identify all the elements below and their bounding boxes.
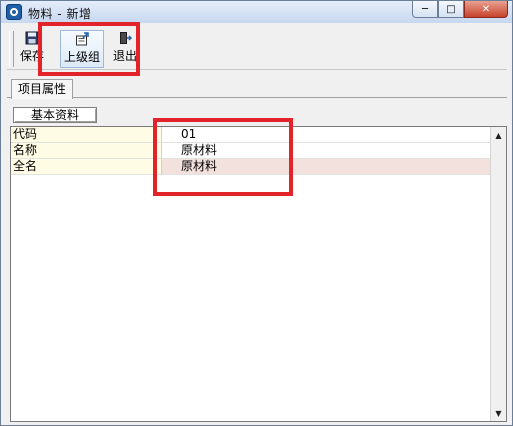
tab-basic-info[interactable]: 基本资料: [13, 107, 97, 123]
save-button[interactable]: 保存: [17, 30, 47, 68]
minimize-button[interactable]: ─: [412, 1, 438, 18]
exit-label: 退出: [112, 49, 137, 63]
scroll-down-button[interactable]: ▼: [491, 405, 506, 421]
app-logo-icon[interactable]: [6, 4, 22, 20]
toolbar-grip[interactable]: [9, 31, 14, 67]
grid-row-name: 名称 原材料: [11, 143, 491, 159]
title-bar[interactable]: 物料 - 新增 ─ □ ✕: [1, 1, 512, 23]
parent-group-label: 上级组: [63, 50, 100, 64]
full-name-field: 原材料: [162, 159, 491, 175]
tab-strip: 项目属性: [7, 77, 507, 99]
close-button[interactable]: ✕: [464, 1, 508, 18]
window-title: 物料 - 新增: [28, 7, 92, 21]
folder-up-icon: [76, 32, 89, 46]
property-grid: 代码 01 名称 原材料 全名 原材料 ▲ ▼: [10, 126, 507, 422]
maximize-icon: □: [446, 3, 456, 15]
full-name-label: 全名: [11, 159, 162, 175]
code-field[interactable]: 01: [162, 127, 491, 143]
toolbar: 保存 上级组 退出: [7, 27, 507, 70]
grid-row-full-name: 全名 原材料: [11, 159, 491, 175]
chevron-down-icon: ▼: [495, 408, 502, 418]
tab-item-properties[interactable]: 项目属性: [11, 79, 74, 99]
chevron-up-icon: ▲: [495, 130, 502, 140]
vertical-scrollbar[interactable]: ▲ ▼: [490, 127, 506, 421]
app-window: 物料 - 新增 ─ □ ✕ 保存 上级组 退出 项目属性 基本资料 代码 01 …: [0, 0, 513, 426]
name-label: 名称: [11, 143, 162, 159]
window-content: 保存 上级组 退出 项目属性 基本资料 代码 01 名称 原材料 全名 原材料 …: [5, 25, 508, 423]
floppy-disk-icon: [25, 31, 39, 45]
close-icon: ✕: [481, 3, 491, 15]
name-field[interactable]: 原材料: [162, 143, 491, 159]
door-exit-icon: [120, 32, 132, 44]
save-label: 保存: [19, 49, 44, 63]
scroll-up-button[interactable]: ▲: [491, 127, 506, 143]
window-controls: ─ □ ✕: [412, 1, 508, 19]
maximize-button[interactable]: □: [438, 1, 464, 18]
code-label: 代码: [11, 127, 162, 143]
minimize-icon: ─: [421, 3, 429, 15]
grid-row-code: 代码 01: [11, 127, 491, 143]
exit-button[interactable]: 退出: [111, 30, 139, 68]
parent-group-button[interactable]: 上级组: [60, 30, 104, 68]
